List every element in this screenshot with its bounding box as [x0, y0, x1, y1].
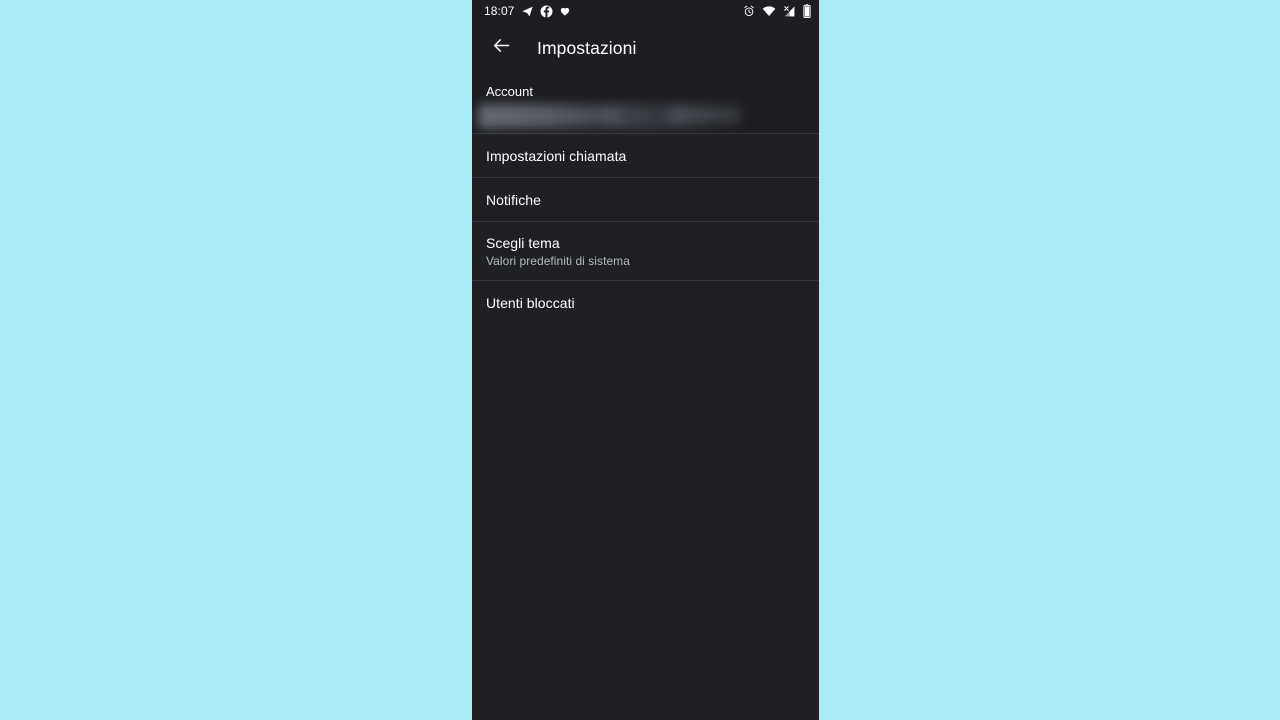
- back-button[interactable]: [486, 33, 516, 63]
- list-item-title: Impostazioni chiamata: [486, 147, 627, 164]
- phone-screen: 18:07 Impostazioni Account Impostazioni …: [472, 0, 819, 720]
- list-item-title: Scegli tema: [486, 234, 560, 251]
- page-title: Impostazioni: [537, 37, 637, 58]
- arrow-back-icon: [491, 35, 512, 61]
- app-toolbar: Impostazioni: [472, 22, 819, 74]
- redacted-account-name-blur: [480, 107, 620, 124]
- redacted-account-detail-blur: [668, 107, 740, 123]
- list-item-title: Notifiche: [486, 191, 541, 208]
- wifi-icon: [762, 4, 776, 18]
- account-row-redacted[interactable]: [472, 102, 819, 133]
- cellular-signal-off-icon: [783, 5, 796, 18]
- status-bar-right: [743, 4, 811, 18]
- settings-item-blocked-users[interactable]: Utenti bloccati: [472, 281, 819, 324]
- status-bar-clock: 18:07: [484, 4, 515, 18]
- status-bar-left: 18:07: [484, 5, 571, 18]
- telegram-icon: [521, 5, 534, 18]
- settings-item-call-settings[interactable]: Impostazioni chiamata: [472, 134, 819, 177]
- status-bar: 18:07: [472, 0, 819, 22]
- account-label: Account: [486, 84, 533, 99]
- screen-wrapper: 18:07 Impostazioni Account Impostazioni …: [0, 0, 1280, 720]
- settings-item-choose-theme[interactable]: Scegli tema Valori predefiniti di sistem…: [472, 222, 819, 280]
- battery-icon: [803, 4, 811, 18]
- heart-icon: [559, 5, 571, 17]
- settings-list: Impostazioni chiamata Notifiche Scegli t…: [472, 133, 819, 324]
- list-item-subtitle: Valori predefiniti di sistema: [486, 253, 630, 268]
- list-item-title: Utenti bloccati: [486, 294, 575, 311]
- account-section: Account: [472, 74, 819, 133]
- facebook-icon: [540, 5, 553, 18]
- alarm-icon: [743, 5, 755, 17]
- settings-item-notifications[interactable]: Notifiche: [472, 178, 819, 221]
